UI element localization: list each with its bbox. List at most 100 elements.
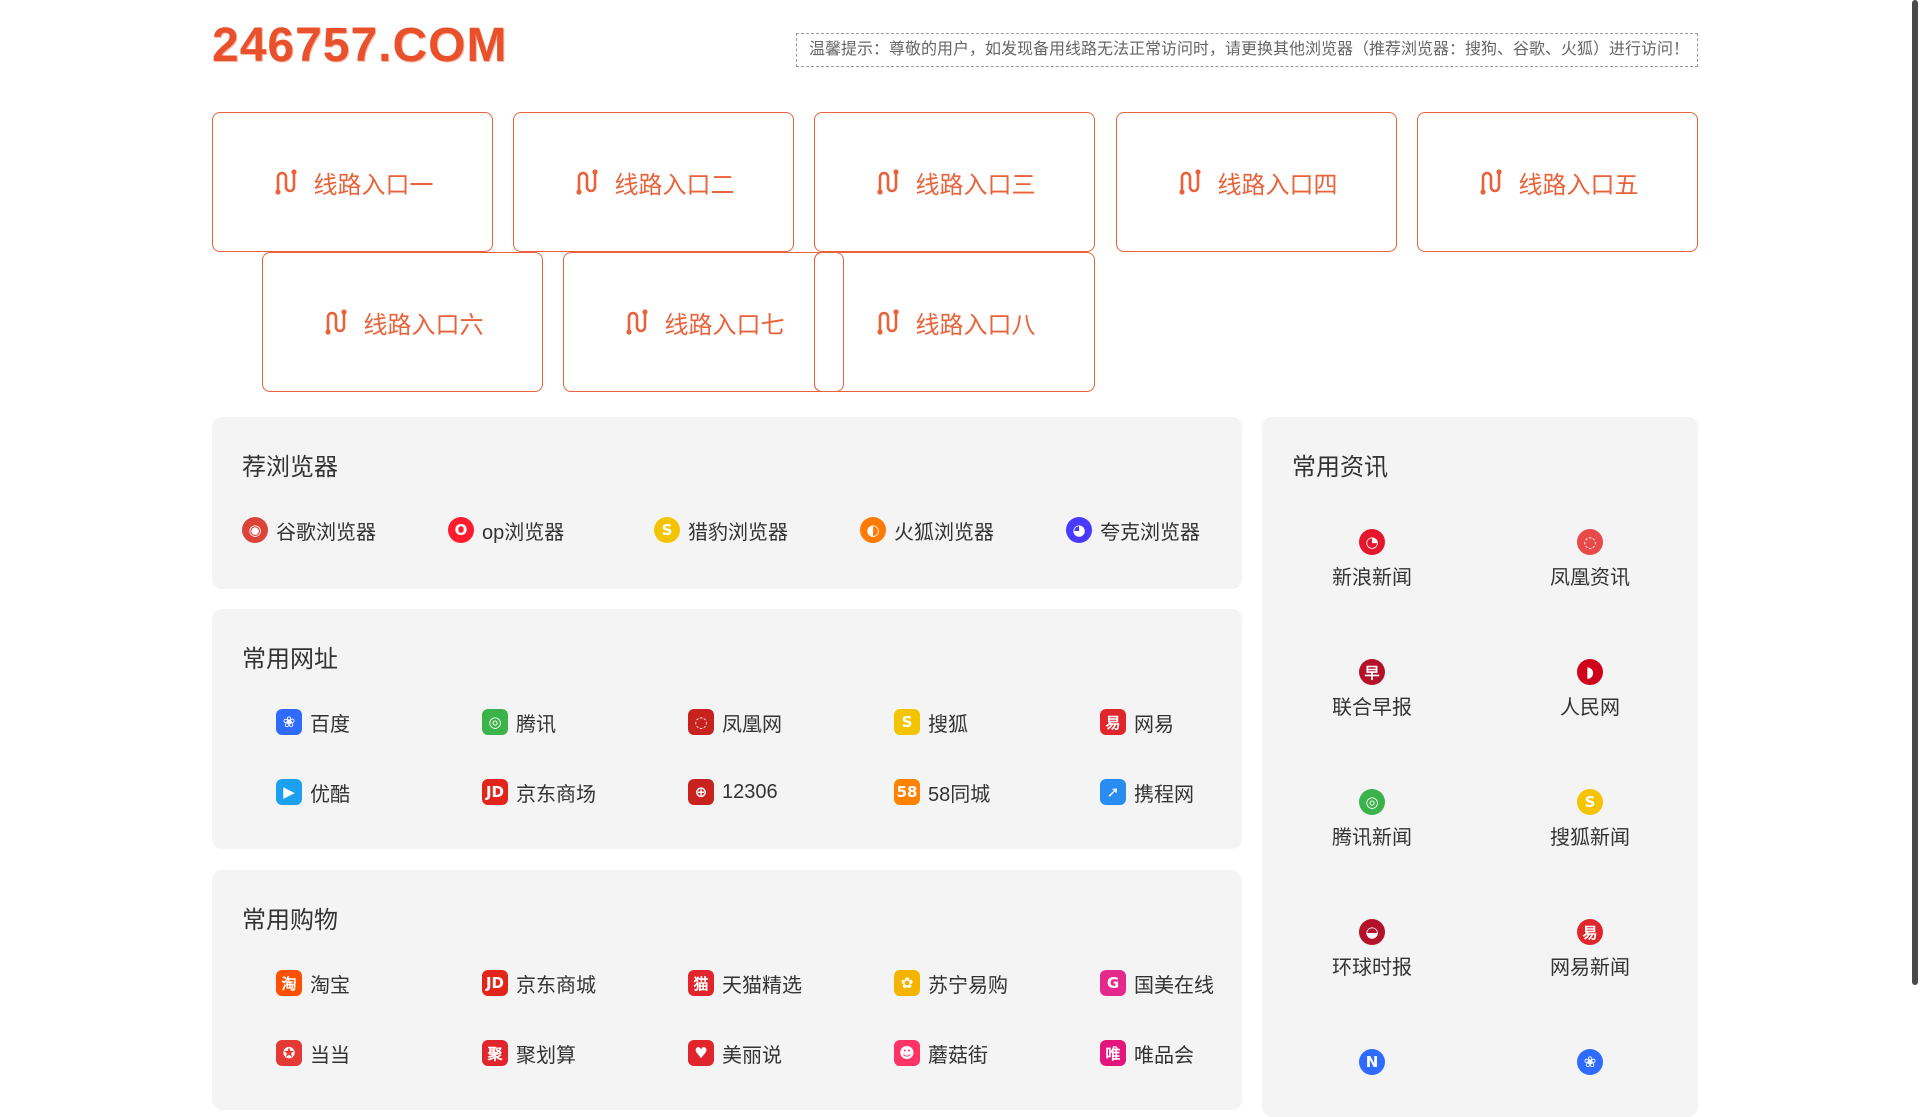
browsers-item[interactable]: S 猎豹浏览器 xyxy=(654,513,788,547)
railway-icon: ⊕ xyxy=(688,779,714,805)
sites-item-label: 携程网 xyxy=(1134,783,1194,806)
shopping-item[interactable]: ✿ 苏宁易购 xyxy=(894,966,1008,1000)
sites-item[interactable]: ❀ 百度 xyxy=(276,705,350,739)
news-item-label: 环球时报 xyxy=(1332,957,1412,979)
browsers-item[interactable]: ◐ 火狐浏览器 xyxy=(860,513,994,547)
sites-item[interactable]: ◌ 凤凰网 xyxy=(688,705,782,739)
shopping-item[interactable]: ✪ 当当 xyxy=(276,1036,350,1070)
news-item[interactable]: ◗ 人民网 xyxy=(1510,659,1670,720)
sites-panel: 常用网址 ❀ 百度 ◎ 腾讯 ◌ 凤凰网 S 搜狐易网易 ▶ 优酷 JD 京东商场 ⊕ 12306 58 58… xyxy=(212,609,1242,849)
news-item[interactable]: S 搜狐新闻 xyxy=(1510,789,1670,850)
news-icon: N xyxy=(1359,1049,1385,1075)
gome-icon: G xyxy=(1100,970,1126,996)
shopping-item-label: 天猫精选 xyxy=(722,974,802,997)
shopping-item[interactable]: 猫天猫精选 xyxy=(688,966,802,1000)
route-entry-5[interactable]: 线路入口五 xyxy=(1417,112,1698,252)
firefox-icon: ◐ xyxy=(860,517,886,543)
zaobao-icon: 早 xyxy=(1359,659,1385,685)
browsers-item[interactable]: ◕ 夸克浏览器 xyxy=(1066,513,1200,547)
sites-item[interactable]: ⊕ 12306 xyxy=(688,775,778,809)
shopping-item[interactable]: ☻ 蘑菇街 xyxy=(894,1036,988,1070)
sites-item[interactable]: 58 58同城 xyxy=(894,775,990,809)
shopping-item[interactable]: G 国美在线 xyxy=(1100,966,1214,1000)
sohu-icon: S xyxy=(1577,789,1603,815)
sites-item[interactable]: ▶ 优酷 xyxy=(276,775,350,809)
sites-item[interactable]: S 搜狐 xyxy=(894,705,968,739)
suning-icon: ✿ xyxy=(894,970,920,996)
tmall-icon: 猫 xyxy=(688,970,714,996)
sites-item[interactable]: 易网易 xyxy=(1100,705,1174,739)
news-item[interactable]: ◎ 腾讯新闻 xyxy=(1292,789,1452,850)
news-item-label: 网易新闻 xyxy=(1550,957,1630,979)
route-icon xyxy=(272,167,302,197)
sites-item-label: 网易 xyxy=(1134,713,1174,736)
news-item[interactable]: 早联合早报 xyxy=(1292,659,1452,720)
shopping-item-label: 当当 xyxy=(310,1044,350,1067)
route-card-edge xyxy=(814,252,844,392)
scrollbar-thumb[interactable] xyxy=(1912,0,1918,985)
route-icon xyxy=(1477,167,1507,197)
sites-item-label: 搜狐 xyxy=(928,713,968,736)
route-label: 线路入口八 xyxy=(915,311,1036,339)
route-label: 线路入口一 xyxy=(313,171,434,199)
news-item[interactable]: ❀ xyxy=(1510,1049,1670,1081)
sites-item-label: 12306 xyxy=(722,780,778,803)
shopping-item[interactable]: JD 京东商城 xyxy=(482,966,596,1000)
shopping-item-label: 京东商城 xyxy=(516,974,596,997)
route-entry-7[interactable]: 线路入口七 xyxy=(563,252,844,392)
sites-item[interactable]: ➚ 携程网 xyxy=(1100,775,1194,809)
news-item-label: 搜狐新闻 xyxy=(1550,827,1630,849)
news-item-label: 联合早报 xyxy=(1332,697,1412,719)
shopping-item[interactable]: 唯唯品会 xyxy=(1100,1036,1194,1070)
tencent-icon: ◎ xyxy=(1359,789,1385,815)
browsers-item-label: 猎豹浏览器 xyxy=(688,521,788,544)
sites-item-label: 京东商场 xyxy=(516,783,596,806)
route-label: 线路入口二 xyxy=(614,171,735,199)
route-icon xyxy=(874,307,904,337)
browsers-item-label: 火狐浏览器 xyxy=(894,521,994,544)
browsers-item-label: 夸克浏览器 xyxy=(1100,521,1200,544)
vip-icon: 唯 xyxy=(1100,1040,1126,1066)
notice-banner: 温馨提示：尊敬的用户，如发现备用线路无法正常访问时，请更换其他浏览器（推荐浏览器… xyxy=(796,33,1698,67)
browsers-item[interactable]: ◉ 谷歌浏览器 xyxy=(242,513,376,547)
shopping-item[interactable]: 聚聚划算 xyxy=(482,1036,576,1070)
huanqiu-icon: ◒ xyxy=(1359,919,1385,945)
news-item[interactable]: N xyxy=(1292,1049,1452,1081)
shopping-item-label: 聚划算 xyxy=(516,1044,576,1067)
route-icon xyxy=(623,307,653,337)
shopping-item-label: 唯品会 xyxy=(1134,1044,1194,1067)
sites-item[interactable]: ◎ 腾讯 xyxy=(482,705,556,739)
news-item-label: 腾讯新闻 xyxy=(1332,827,1412,849)
browsers-title: 荐浏览器 xyxy=(242,454,338,481)
sites-item[interactable]: JD 京东商场 xyxy=(482,775,596,809)
shopping-item-label: 苏宁易购 xyxy=(928,974,1008,997)
route-label: 线路入口六 xyxy=(363,311,484,339)
news-item[interactable]: 易网易新闻 xyxy=(1510,919,1670,980)
route-entry-3[interactable]: 线路入口三 xyxy=(814,112,1095,252)
route-entry-2[interactable]: 线路入口二 xyxy=(513,112,794,252)
browsers-item[interactable]: Oop浏览器 xyxy=(448,513,564,547)
news-item-label: 凤凰资讯 xyxy=(1550,567,1630,589)
sites-item-label: 凤凰网 xyxy=(722,713,782,736)
news-item[interactable]: ◒ 环球时报 xyxy=(1292,919,1452,980)
browsers-item-label: 谷歌浏览器 xyxy=(276,521,376,544)
shopping-item-label: 国美在线 xyxy=(1134,974,1214,997)
news-item[interactable]: ◌ 凤凰资讯 xyxy=(1510,529,1670,590)
route-entry-4[interactable]: 线路入口四 xyxy=(1116,112,1397,252)
route-icon xyxy=(874,167,904,197)
baidu-icon: ❀ xyxy=(1577,1049,1603,1075)
route-entry-8[interactable]: 线路入口八 xyxy=(814,252,1095,392)
browsers-item-label: op浏览器 xyxy=(482,521,565,544)
route-entry-6[interactable]: 线路入口六 xyxy=(262,252,543,392)
news-item[interactable]: ◔ 新浪新闻 xyxy=(1292,529,1452,590)
site-logo[interactable]: 246757.COM xyxy=(212,18,508,73)
shopping-item[interactable]: 淘淘宝 xyxy=(276,966,350,1000)
page-scrollbar[interactable] xyxy=(1910,0,1920,1080)
shopping-item[interactable]: ♥ 美丽说 xyxy=(688,1036,782,1070)
ifeng-icon: ◌ xyxy=(1577,529,1603,555)
route-entry-1[interactable]: 线路入口一 xyxy=(212,112,493,252)
news-item-label: 新浪新闻 xyxy=(1332,567,1412,589)
route-label: 线路入口三 xyxy=(915,171,1036,199)
shopping-item-label: 美丽说 xyxy=(722,1044,782,1067)
sites-item-label: 百度 xyxy=(310,713,350,736)
